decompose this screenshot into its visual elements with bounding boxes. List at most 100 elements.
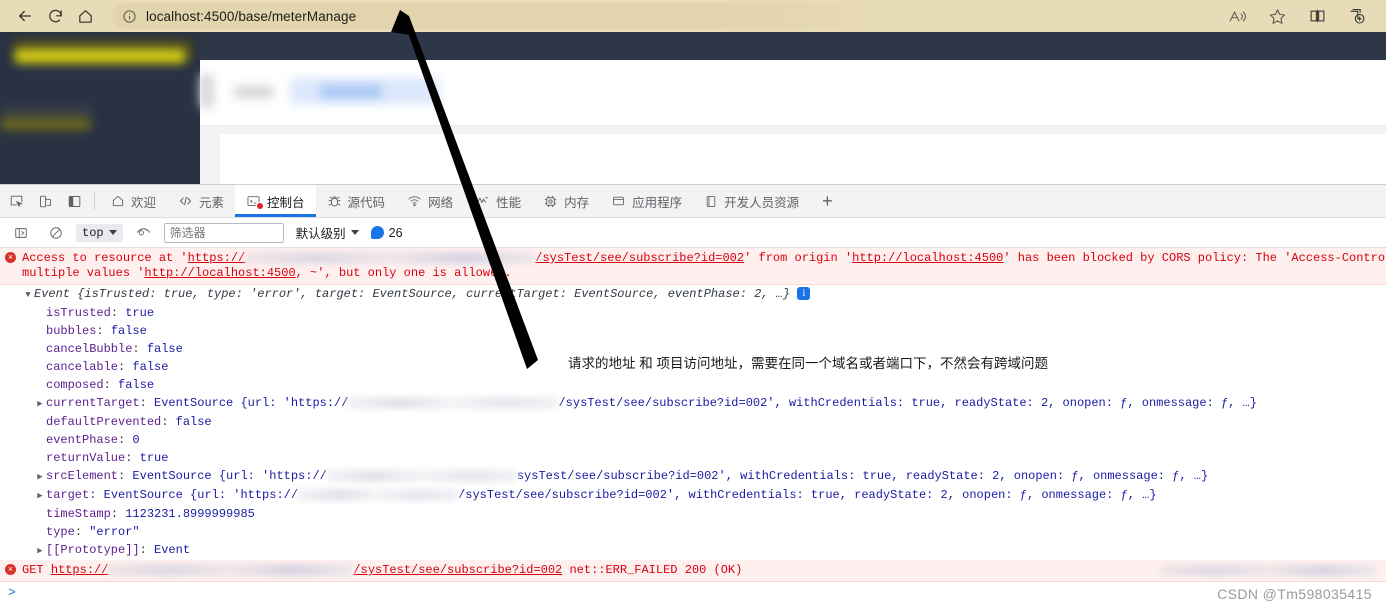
back-button[interactable] [10,3,40,29]
add-panel-button[interactable]: + [810,185,845,217]
web-page-viewport [0,32,1386,184]
error-icon: × [5,564,16,575]
log-level-value: 默认级别 [295,227,346,241]
devtools-panel: 欢迎 元素 控制台 源代码 网络 性能 内存 应用程序 开发人员资源 + top… [0,184,1386,608]
info-message-count[interactable]: 26 [365,226,403,240]
expand-triangle-icon[interactable]: ▼ [22,287,34,303]
site-sidebar[interactable] [0,32,200,184]
read-aloud-icon[interactable] [1218,3,1256,29]
content-blur-block-2 [234,86,274,98]
browser-actions [1218,3,1376,29]
tab-console[interactable]: 控制台 [235,185,316,217]
error-icon: × [5,252,16,263]
log-level-select[interactable]: 默认级别 [290,223,359,242]
home-icon [111,194,125,208]
wifi-icon [407,194,422,208]
event-object-header[interactable]: ▼ Event {isTrusted: true, type: 'error', … [0,285,1386,304]
annotation-text: 请求的地址 和 项目访问地址，需要在同一个域名或者端口下，不然会有跨域问题 [568,356,1049,371]
get-failed-message[interactable]: × GET https:///sysTest/see/subscribe?id=… [0,560,1386,582]
event-prop-timeStamp: timeStamp: 1123231.8999999985 [46,507,255,521]
blurred-host [298,488,459,501]
console-output[interactable]: × Access to resource at 'https:///sysTes… [0,248,1386,608]
url-text: localhost:4500/base/meterManage [146,8,357,24]
event-object-group[interactable]: ▼ Event {isTrusted: true, type: 'error', … [0,285,1386,560]
address-bar[interactable]: localhost:4500/base/meterManage [112,3,1210,29]
tab-performance[interactable]: 性能 [464,185,532,217]
expand-triangle-icon[interactable]: ▶ [34,488,46,504]
pulse-icon [475,194,490,208]
execution-context-select[interactable]: top [76,223,123,242]
split-screen-icon[interactable] [1298,3,1336,29]
tab-label: 开发人员资源 [724,195,800,210]
site-info-icon[interactable] [122,9,137,24]
tab-welcome[interactable]: 欢迎 [100,185,167,217]
site-content [200,126,1386,184]
event-prop-bubbles: bubbles: false [46,324,147,338]
event-prop-target[interactable]: ▶ target: EventSource {url: 'https:///sys… [0,486,1386,505]
home-button[interactable] [70,3,100,29]
event-prop-type: type: "error" [46,525,140,539]
expand-triangle-icon[interactable]: ▶ [34,469,46,485]
console-filter-input[interactable] [163,222,284,243]
tab-label: 应用程序 [632,195,683,210]
tab-label: 性能 [496,195,522,210]
application-box-icon [611,194,626,208]
tab-memory[interactable]: 内存 [532,185,600,217]
blurred-host [326,469,517,482]
tab-elements[interactable]: 元素 [167,185,235,217]
reload-button[interactable] [40,3,70,29]
device-toolbar-icon[interactable] [31,188,60,214]
collections-icon[interactable] [1338,3,1376,29]
console-prompt[interactable]: > [0,582,1386,603]
browser-toolbar: localhost:4500/base/meterManage [0,0,1386,32]
book-icon [704,194,718,209]
info-count-value: 26 [388,225,403,240]
code-brackets-icon [178,194,193,208]
devtools-tabbar: 欢迎 元素 控制台 源代码 网络 性能 内存 应用程序 开发人员资源 + [0,185,1386,218]
tab-label: 源代码 [347,195,386,210]
cors-origin-url-2[interactable]: http://localhost:4500 [144,266,295,280]
event-prop-currentTarget[interactable]: ▶ currentTarget: EventSource {url: 'https… [0,394,1386,413]
bug-icon [327,194,342,209]
site-card [220,134,1386,184]
tab-application[interactable]: 应用程序 [600,185,693,217]
event-prop-defaultPrevented: defaultPrevented: false [46,415,212,429]
console-error-badge [256,202,265,210]
cors-text-c: ' has been blocked by CORS policy: The '… [1003,251,1386,265]
cors-error-line-2: multiple values 'http://localhost:4500, … [22,266,512,280]
expand-triangle-icon[interactable]: ▶ [34,543,46,559]
tab-sources[interactable]: 源代码 [316,185,397,217]
content-blur-block-4 [320,85,382,98]
blurred-source-link[interactable] [1161,565,1376,576]
get-request-url[interactable]: https:///sysTest/see/subscribe?id=002 [51,563,562,577]
console-toolbar: top 默认级别 26 [0,218,1386,248]
blurred-host [245,251,536,264]
info-icon[interactable]: i [797,287,811,301]
cors-error-line-1: Access to resource at 'https:///sysTest/… [22,251,1386,266]
event-prop-srcElement[interactable]: ▶ srcElement: EventSource {url: 'https://… [0,467,1386,486]
dock-side-icon[interactable] [60,188,89,214]
cors-origin-url[interactable]: http://localhost:4500 [852,251,1003,265]
event-prop-prototype[interactable]: ▶ [[Prototype]]: Event [0,541,1386,560]
event-prop-isTrusted: isTrusted: true [46,306,155,320]
live-expression-eye-icon[interactable] [129,220,158,246]
tab-network[interactable]: 网络 [396,185,464,217]
clear-console-icon[interactable] [41,220,70,246]
tab-developer-resources[interactable]: 开发人员资源 [693,185,810,217]
sidebar-blurred-item-1 [2,106,92,118]
console-sidebar-toggle-icon[interactable] [6,220,35,246]
execution-context-value: top [82,225,104,240]
blurred-host [108,563,354,576]
site-main [200,32,1386,184]
tab-label: 控制台 [267,195,305,210]
inspect-element-icon[interactable] [2,188,31,214]
favorite-star-icon[interactable] [1258,3,1296,29]
cors-error-message[interactable]: × Access to resource at 'https:///sysTes… [0,248,1386,285]
cors-request-url[interactable]: https:///sysTest/see/subscribe?id=002 [188,251,744,265]
console-terminal-icon [246,194,265,210]
cors-text-b: ' from origin ' [744,251,853,265]
expand-triangle-icon[interactable]: ▶ [34,396,46,412]
event-prop-composed: composed: false [46,378,155,392]
tab-label: 欢迎 [131,195,157,210]
tab-label: 元素 [199,195,225,210]
